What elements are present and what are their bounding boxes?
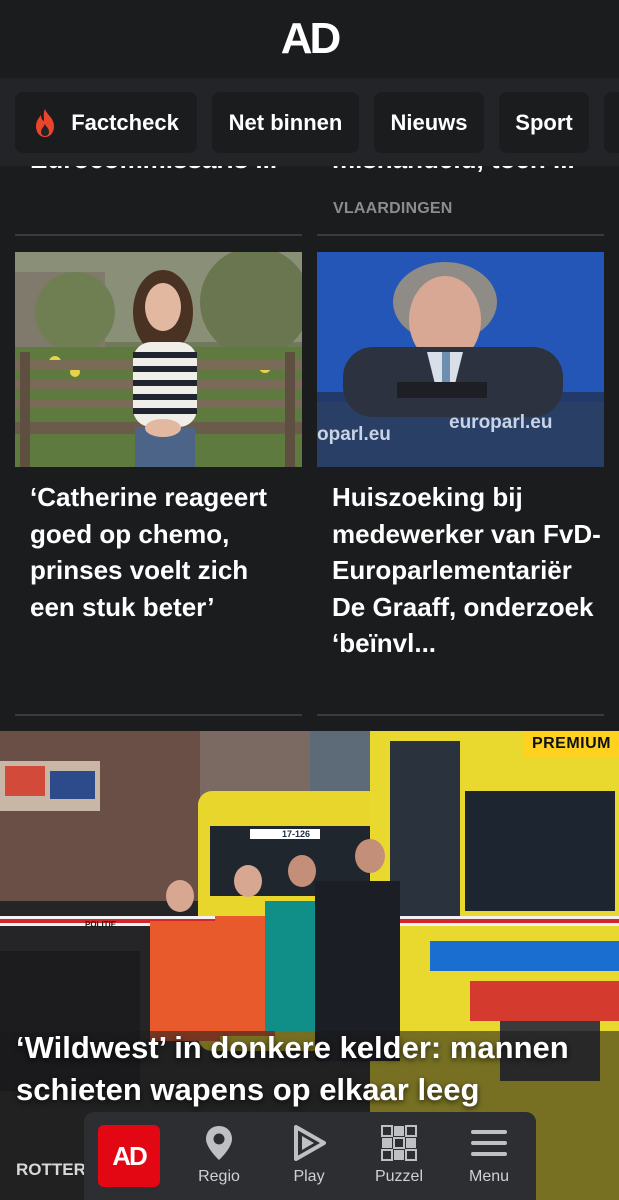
divider	[15, 714, 302, 716]
nav-item-play[interactable]: Play	[269, 1122, 349, 1194]
article-location-tag: VLAARDINGEN	[333, 200, 453, 217]
previous-article-title[interactable]: Eurocommissaris ...	[30, 166, 290, 175]
tab-net-binnen[interactable]: Net binnen	[212, 92, 359, 153]
tab-next-partial[interactable]	[604, 92, 619, 153]
divider	[15, 234, 302, 236]
home-logo-button[interactable]: AD	[98, 1125, 160, 1187]
tab-label: Factcheck	[71, 109, 179, 135]
app-header: AD	[0, 0, 619, 78]
tab-label: Sport	[515, 109, 573, 135]
image-text: oparl.eu	[317, 424, 391, 445]
hamburger-menu-icon	[471, 1122, 507, 1164]
divider	[317, 714, 604, 716]
image-text: 17-126	[282, 829, 311, 839]
puzzle-grid-icon	[381, 1122, 417, 1164]
article-headline[interactable]: Huiszoeking bij medewerker van FvD-Europ…	[332, 479, 602, 662]
ad-logo[interactable]: AD	[281, 17, 342, 61]
flame-icon	[33, 108, 57, 138]
nav-label: Puzzel	[374, 1168, 424, 1185]
article-image-europarl[interactable]: europarl.eu oparl.eu	[317, 252, 604, 467]
tab-factcheck[interactable]: Factcheck	[15, 92, 197, 153]
nav-item-regio[interactable]: Regio	[179, 1122, 259, 1194]
nav-label: Menu	[468, 1168, 510, 1185]
nav-item-puzzel[interactable]: Puzzel	[359, 1122, 439, 1194]
article-feed: Eurocommissaris ... mishandeld, toen ...…	[0, 166, 619, 731]
previous-article-title[interactable]: mishandeld, toen ...	[332, 166, 592, 175]
hero-headline[interactable]: ‘Wildwest’ in donkere kelder: mannen sch…	[16, 1027, 616, 1111]
section-nav: Factcheck Net binnen Nieuws Sport	[0, 78, 619, 166]
location-pin-icon	[204, 1122, 234, 1164]
play-icon	[292, 1122, 326, 1164]
bottom-navigation: AD Regio Play Puzzel Menu	[84, 1112, 536, 1200]
premium-badge: PREMIUM	[523, 731, 619, 757]
article-headline[interactable]: ‘Catherine reageert goed op chemo, prins…	[30, 479, 295, 625]
image-text: europarl.eu	[449, 412, 553, 433]
image-text: POLITIE	[85, 920, 117, 929]
tab-label: Net binnen	[228, 109, 343, 135]
nav-item-menu[interactable]: Menu	[449, 1122, 529, 1194]
tab-label: Nieuws	[390, 109, 468, 135]
nav-label: Play	[293, 1168, 325, 1185]
divider	[317, 234, 604, 236]
nav-label: Regio	[198, 1168, 240, 1185]
tab-nieuws[interactable]: Nieuws	[374, 92, 484, 153]
article-image-catherine[interactable]	[15, 252, 302, 467]
tab-sport[interactable]: Sport	[499, 92, 589, 153]
